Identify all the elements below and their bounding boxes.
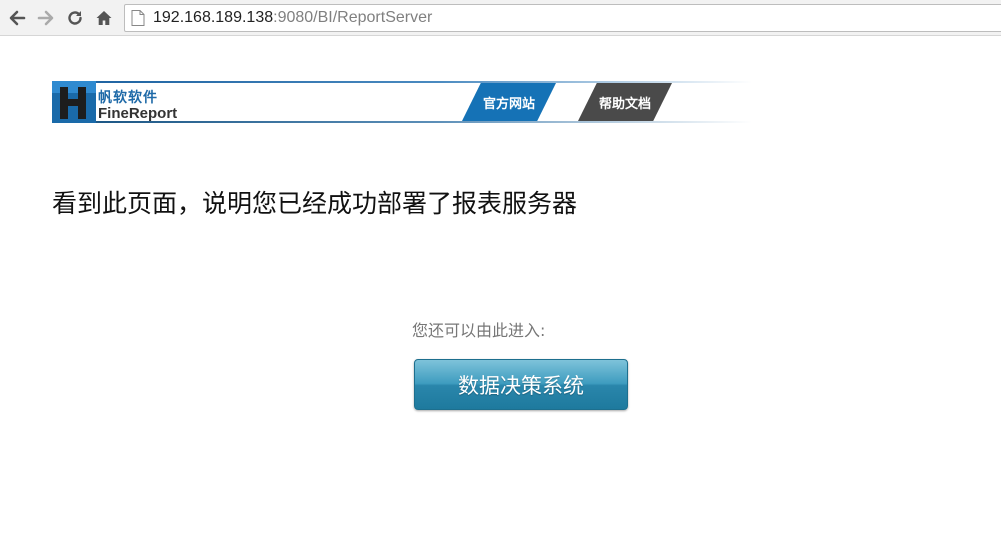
brand-name-en: FineReport [98, 105, 178, 122]
page-icon [131, 10, 145, 26]
url-path: :9080/BI/ReportServer [273, 9, 433, 26]
finereport-logo-icon [52, 81, 96, 123]
address-bar[interactable]: 192.168.189.138:9080/BI/ReportServer [124, 4, 1001, 32]
enter-hint-text: 您还可以由此进入: [412, 321, 546, 340]
official-site-link[interactable]: 官方网站 [462, 83, 556, 121]
browser-toolbar: 192.168.189.138:9080/BI/ReportServer [0, 0, 1001, 36]
home-button[interactable] [92, 6, 116, 30]
decision-system-button[interactable]: 数据决策系统 [414, 359, 628, 410]
arrow-left-icon [9, 10, 26, 26]
reload-button[interactable] [63, 6, 87, 30]
home-icon [96, 11, 112, 25]
reload-icon [68, 11, 82, 25]
header-banner: 帆软软件 FineReport 官方网站 帮助文档 [52, 81, 752, 123]
brand-name-cn: 帆软软件 [98, 90, 158, 106]
help-docs-link[interactable]: 帮助文档 [578, 83, 672, 121]
success-message: 看到此页面，说明您已经成功部署了报表服务器 [52, 189, 578, 218]
url-host: 192.168.189.138 [153, 9, 274, 26]
arrow-right-icon [37, 10, 54, 26]
back-button[interactable] [5, 6, 29, 30]
banner-line-top [52, 81, 752, 83]
url-text: 192.168.189.138:9080/BI/ReportServer [153, 9, 432, 27]
forward-button[interactable] [34, 6, 58, 30]
